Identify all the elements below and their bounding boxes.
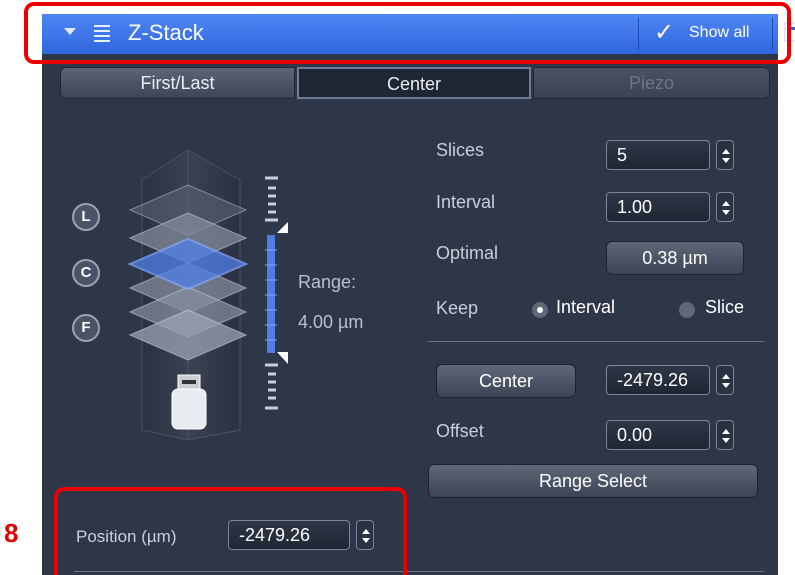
center-button[interactable]: Center [436,364,576,398]
interval-field[interactable]: 1.00 [606,192,710,222]
offset-spin-icon[interactable] [716,420,734,450]
range-bottom-handle [277,352,288,364]
keep-slice-radio[interactable] [679,302,695,318]
keep-slice-label[interactable]: Slice [705,297,744,318]
range-value: 4.00 µm [298,312,364,332]
position-highlight [54,487,407,575]
zstack-illustration [127,149,288,441]
keep-interval-radio[interactable] [532,302,548,318]
slices-spin-icon[interactable] [716,140,734,170]
range-bar [267,235,275,353]
header-highlight [24,2,791,64]
tab-first-last[interactable]: First/Last [60,67,295,99]
offset-label: Offset [436,421,484,441]
keep-label: Keep [436,298,479,318]
last-marker[interactable]: L [72,203,100,231]
interval-spin-icon[interactable] [716,192,734,222]
keep-interval-label[interactable]: Interval [556,297,615,318]
range-top-handle [277,222,288,233]
section-divider [428,341,764,342]
step-number: 8 [4,518,19,548]
interval-label: Interval [436,192,496,212]
first-marker[interactable]: F [72,314,100,342]
range-label: Range: [298,272,357,292]
tab-piezo: Piezo [533,67,770,99]
slices-field[interactable]: 5 [606,140,710,170]
optimal-label: Optimal [436,243,499,263]
offset-field[interactable]: 0.00 [606,420,710,450]
slices-label: Slices [436,140,485,160]
center-marker[interactable]: C [72,259,100,287]
center-spin-icon[interactable] [716,365,734,395]
center-position-field[interactable]: -2479.26 [606,365,710,395]
optimal-button[interactable]: 0.38 µm [606,241,744,275]
tab-center[interactable]: Center [297,67,531,99]
range-select-button[interactable]: Range Select [428,464,758,498]
